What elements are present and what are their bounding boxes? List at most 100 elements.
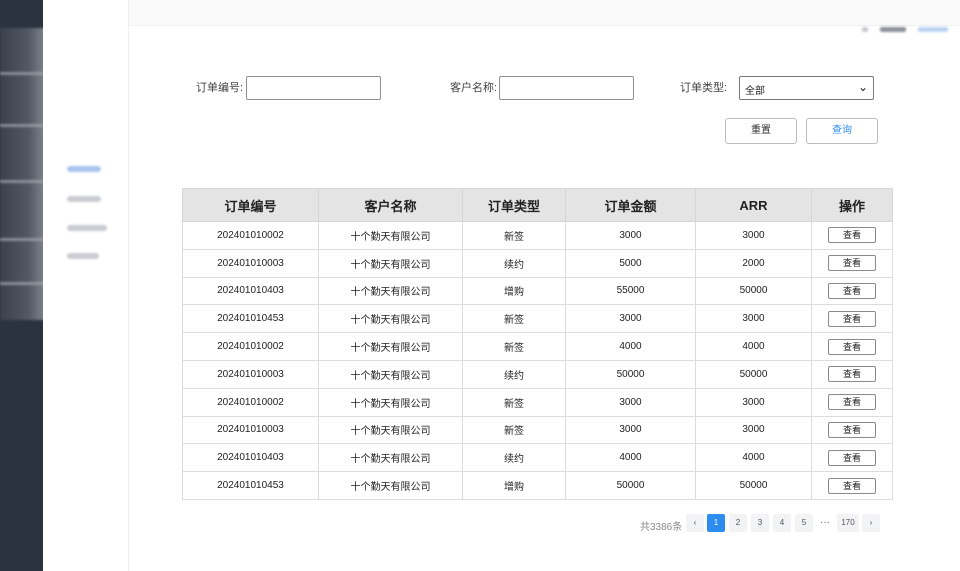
cell-arr: 2000 [695, 248, 812, 278]
cell-actions: 查看 [811, 387, 893, 417]
page-button-last[interactable]: 170 [837, 514, 859, 532]
cell-amount: 3000 [565, 304, 696, 334]
cell-customer: 十个勤天有限公司 [318, 304, 463, 334]
cell-actions: 查看 [811, 359, 893, 389]
table-row: 202401010002 十个勤天有限公司 新签 3000 3000 查看 [182, 221, 893, 250]
reset-button[interactable]: 重置 [725, 118, 797, 144]
table-row: 202401010002 十个勤天有限公司 新签 3000 3000 查看 [182, 387, 893, 417]
cell-amount: 4000 [565, 443, 696, 473]
cell-type: 续约 [462, 443, 566, 473]
cell-customer: 十个勤天有限公司 [318, 471, 463, 500]
cell-amount: 50000 [565, 471, 696, 500]
cell-order-no: 202401010002 [182, 387, 319, 417]
cell-arr: 3000 [695, 221, 812, 250]
header-link[interactable] [918, 27, 948, 32]
customer-name-input[interactable] [499, 76, 634, 100]
cell-customer: 十个勤天有限公司 [318, 248, 463, 278]
cell-order-no: 202401010453 [182, 471, 319, 500]
cell-actions: 查看 [811, 221, 893, 250]
view-button[interactable]: 查看 [828, 421, 876, 438]
prev-page-button[interactable]: ‹ [686, 514, 704, 532]
page-button-2[interactable]: 2 [729, 514, 747, 532]
header-customer: 客户名称 [318, 188, 463, 222]
header-icon[interactable] [862, 27, 868, 32]
view-button[interactable]: 查看 [828, 366, 876, 383]
cell-order-no: 202401010453 [182, 304, 319, 334]
table-row: 202401010453 十个勤天有限公司 增购 50000 50000 查看 [182, 471, 893, 500]
header-order-no: 订单编号 [182, 188, 319, 222]
cell-type: 新签 [462, 304, 566, 334]
cell-customer: 十个勤天有限公司 [318, 443, 463, 473]
page-button-4[interactable]: 4 [773, 514, 791, 532]
view-button[interactable]: 查看 [828, 338, 876, 355]
cell-amount: 55000 [565, 276, 696, 306]
cell-order-no: 202401010002 [182, 221, 319, 250]
cell-type: 续约 [462, 248, 566, 278]
top-header [129, 0, 960, 26]
cell-customer: 十个勤天有限公司 [318, 221, 463, 250]
search-button[interactable]: 查询 [806, 118, 878, 144]
cell-amount: 3000 [565, 221, 696, 250]
sidebar-item[interactable] [67, 253, 99, 259]
customer-name-label: 客户名称: [450, 82, 498, 94]
cell-type: 新签 [462, 415, 566, 445]
order-type-label: 订单类型: [680, 82, 728, 94]
header-actions: 操作 [811, 188, 893, 222]
table-header-row: 订单编号 客户名称 订单类型 订单金额 ARR 操作 [182, 188, 893, 222]
table-row: 202401010003 十个勤天有限公司 新签 3000 3000 查看 [182, 415, 893, 445]
page-button-1[interactable]: 1 [707, 514, 725, 532]
cell-type: 续约 [462, 359, 566, 389]
view-button[interactable]: 查看 [828, 477, 876, 494]
view-button[interactable]: 查看 [828, 255, 876, 272]
cell-arr: 3000 [695, 415, 812, 445]
next-page-button[interactable]: › [862, 514, 880, 532]
cell-arr: 50000 [695, 471, 812, 500]
cell-arr: 3000 [695, 387, 812, 417]
cell-arr: 3000 [695, 304, 812, 334]
cell-customer: 十个勤天有限公司 [318, 332, 463, 361]
cell-arr: 50000 [695, 276, 812, 306]
cell-amount: 4000 [565, 332, 696, 361]
table-row: 202401010002 十个勤天有限公司 新签 4000 4000 查看 [182, 332, 893, 361]
cell-order-no: 202401010403 [182, 443, 319, 473]
pagination-total: 共3386条 [640, 522, 683, 533]
sidebar-item[interactable] [67, 196, 101, 202]
view-button[interactable]: 查看 [828, 394, 876, 411]
cell-arr: 4000 [695, 443, 812, 473]
cell-actions: 查看 [811, 248, 893, 278]
table-row: 202401010003 十个勤天有限公司 续约 5000 2000 查看 [182, 248, 893, 278]
cell-type: 增购 [462, 471, 566, 500]
cell-customer: 十个勤天有限公司 [318, 359, 463, 389]
page-button-5[interactable]: 5 [795, 514, 813, 532]
cell-amount: 3000 [565, 387, 696, 417]
order-type-select[interactable]: 全部 ⌄ [739, 76, 874, 100]
cell-customer: 十个勤天有限公司 [318, 387, 463, 417]
view-button[interactable]: 查看 [828, 227, 876, 244]
view-button[interactable]: 查看 [828, 282, 876, 299]
order-no-label: 订单编号: [196, 82, 244, 94]
user-avatar[interactable] [880, 27, 906, 32]
order-no-input[interactable] [246, 76, 381, 100]
orders-table: 订单编号 客户名称 订单类型 订单金额 ARR 操作 202401010002 十… [182, 188, 893, 500]
sidebar-item[interactable] [67, 225, 107, 231]
app-rail-menu-blurred [0, 28, 48, 320]
view-button[interactable]: 查看 [828, 310, 876, 327]
page-button-3[interactable]: 3 [751, 514, 769, 532]
cell-actions: 查看 [811, 332, 893, 361]
view-button[interactable]: 查看 [828, 449, 876, 466]
cell-arr: 4000 [695, 332, 812, 361]
order-type-value: 全部 [745, 86, 765, 97]
header-order-type: 订单类型 [462, 188, 566, 222]
table-row: 202401010453 十个勤天有限公司 新签 3000 3000 查看 [182, 304, 893, 334]
cell-amount: 3000 [565, 415, 696, 445]
sidebar-item-active[interactable] [67, 166, 101, 172]
cell-actions: 查看 [811, 304, 893, 334]
chevron-down-icon: ⌄ [857, 80, 868, 94]
table-row: 202401010003 十个勤天有限公司 续约 50000 50000 查看 [182, 359, 893, 389]
table-row: 202401010403 十个勤天有限公司 增购 55000 50000 查看 [182, 276, 893, 306]
cell-type: 新签 [462, 221, 566, 250]
cell-amount: 50000 [565, 359, 696, 389]
pagination-ellipsis[interactable]: ··· [816, 514, 834, 532]
cell-actions: 查看 [811, 471, 893, 500]
cell-type: 新签 [462, 332, 566, 361]
